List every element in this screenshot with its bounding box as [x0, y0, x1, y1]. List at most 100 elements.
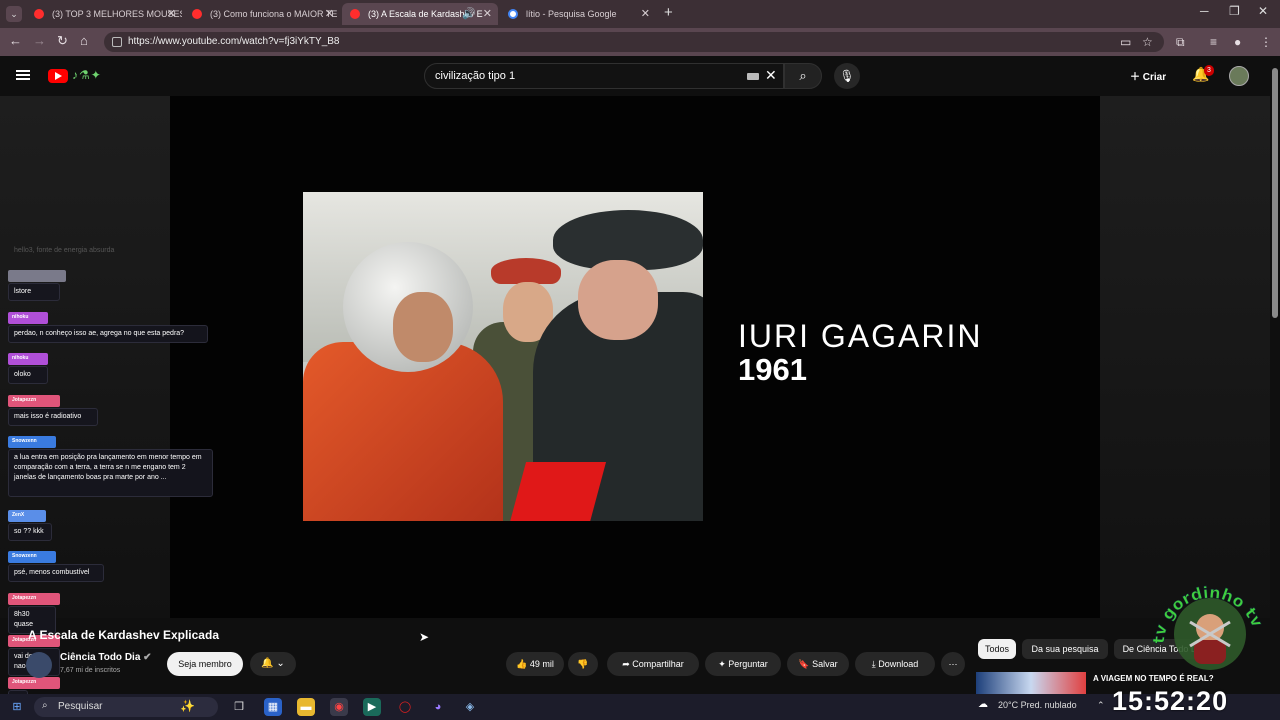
discord-icon[interactable]: ◕ [429, 698, 447, 716]
site-info-icon[interactable] [112, 37, 122, 47]
photo-cosmonaut-face [393, 292, 453, 362]
extensions-icon[interactable]: ⧉ [1176, 35, 1185, 50]
menu-icon[interactable] [16, 70, 30, 80]
search-icon: ⌕ [42, 700, 48, 711]
taskbar-search-placeholder: Pesquisar [58, 701, 103, 712]
plus-icon: ＋ [1130, 72, 1143, 83]
youtube-doodle[interactable]: ♪⚗✦ [72, 68, 102, 82]
video-overlay-year: 1961 [738, 352, 807, 387]
download-button[interactable]: ⤓ Download [855, 652, 935, 676]
back-icon[interactable]: ← [9, 33, 22, 48]
share-label: Compartilhar [632, 659, 684, 669]
search-icon: ⌕ [799, 68, 807, 83]
photo-man-face [578, 260, 658, 340]
opera-icon[interactable]: ◯ [396, 698, 414, 716]
save-button[interactable]: 🔖 Salvar [787, 652, 849, 676]
browser-tab[interactable]: lítio - Pesquisa Google ✕ [500, 3, 656, 25]
page-scrollbar[interactable] [1270, 56, 1280, 694]
chat-username: Snowzenn [8, 436, 56, 448]
reload-icon[interactable]: ↻ [57, 33, 68, 49]
weather-text[interactable]: 20°C Pred. nublado [998, 700, 1077, 710]
menu-dots-icon[interactable]: ⋮ [1260, 35, 1272, 49]
speaker-icon[interactable]: 🔊 [462, 3, 476, 25]
cast-icon[interactable]: ▭ [1120, 35, 1131, 49]
microphone-icon: 🎙 [839, 69, 855, 83]
new-tab-icon[interactable]: + [664, 4, 673, 21]
dislike-button[interactable]: 👎 [568, 652, 598, 676]
download-label: Download [878, 659, 919, 669]
close-tab-icon[interactable]: ✕ [325, 3, 334, 25]
tab-title: (3) Como funciona o MAIOR TE [210, 9, 338, 19]
chat-username: ZenX [8, 510, 46, 522]
file-explorer-icon[interactable]: ▬ [297, 698, 315, 716]
browser-toolbar: ← → ↻ ⌂ https://www.youtube.com/watch?v=… [0, 28, 1280, 56]
tray-chevron-icon[interactable]: ⌃ [1097, 700, 1105, 711]
chat-username: Jotapezzn [8, 395, 60, 407]
home-icon[interactable]: ⌂ [80, 33, 88, 48]
restore-icon[interactable]: ❐ [1229, 4, 1240, 18]
mouse-cursor-icon: ➤ [419, 630, 430, 644]
browser-tab-active[interactable]: (3) A Escala de Kardashev E 🔊 ✕ [342, 3, 498, 25]
account-avatar[interactable] [1229, 66, 1249, 86]
close-tab-icon[interactable]: ✕ [167, 3, 176, 25]
media-icon[interactable]: ≡ [1210, 35, 1217, 49]
scrollbar-thumb[interactable] [1272, 68, 1278, 318]
recommended-video-thumbnail[interactable] [976, 672, 1086, 694]
store-icon[interactable]: ▦ [264, 698, 282, 716]
bell-icon: 🔔 [261, 658, 274, 669]
steam-icon[interactable]: ◈ [461, 698, 479, 716]
close-window-icon[interactable]: ✕ [1258, 4, 1268, 18]
channel-avatar[interactable] [26, 652, 52, 678]
minimize-icon[interactable]: ─ [1200, 4, 1209, 18]
notification-count: 3 [1204, 65, 1214, 76]
channel-name[interactable]: Ciência Todo Dia ✔ [60, 652, 152, 663]
chat-username: nihoku [8, 353, 48, 365]
search-button[interactable]: ⌕ [784, 63, 822, 89]
search-value: civilização tipo 1 [435, 70, 516, 82]
more-actions-button[interactable]: ⋯ [941, 652, 965, 676]
tab-title: (3) TOP 3 MELHORES MOUSES [52, 9, 182, 19]
chat-username: nihoku [8, 312, 48, 324]
close-tab-icon[interactable]: ✕ [483, 3, 492, 25]
chip-da-sua-pesquisa[interactable]: Da sua pesquisa [1022, 639, 1108, 659]
ask-label: Perguntar [728, 659, 768, 669]
close-tab-icon[interactable]: ✕ [641, 3, 650, 25]
keyboard-icon[interactable] [747, 73, 759, 80]
app-icon[interactable]: ▶ [363, 698, 381, 716]
google-icon [508, 9, 518, 19]
ask-button[interactable]: ✦ Perguntar [705, 652, 781, 676]
windows-start-icon[interactable]: ⊞ [8, 698, 26, 716]
tab-search-button[interactable]: ⌄ [6, 6, 22, 22]
browser-tab[interactable]: (3) TOP 3 MELHORES MOUSES ✕ [26, 3, 182, 25]
like-button[interactable]: 👍 49 mil [506, 652, 564, 676]
chat-message: so ?? kkk [8, 523, 52, 541]
chevron-down-icon: ⌄ [276, 658, 285, 669]
youtube-icon [350, 9, 360, 19]
voice-search-button[interactable]: 🎙 [834, 63, 860, 89]
forward-icon[interactable]: → [33, 33, 46, 48]
subscription-bell-button[interactable]: 🔔 ⌄ [250, 652, 296, 676]
join-member-button[interactable]: Seja membro [167, 652, 243, 676]
create-button[interactable]: ＋ Criar [1130, 68, 1166, 83]
video-frame-photo [303, 192, 703, 521]
task-view-icon[interactable]: ❒ [230, 698, 248, 716]
taskbar-search[interactable]: ⌕ Pesquisar ✨ [34, 697, 218, 717]
video-title: A Escala de Kardashev Explicada [28, 628, 219, 642]
chrome-icon[interactable]: ◉ [330, 698, 348, 716]
search-input[interactable]: civilização tipo 1 ✕ [424, 63, 784, 89]
browser-tab[interactable]: (3) Como funciona o MAIOR TE ✕ [184, 3, 340, 25]
bookmark-icon: 🔖 [798, 659, 813, 669]
share-button[interactable]: ➦ Compartilhar [607, 652, 699, 676]
verified-icon: ✔ [143, 652, 152, 663]
tab-strip: ⌄ (3) TOP 3 MELHORES MOUSES ✕ (3) Como f… [0, 0, 1280, 28]
chip-todos[interactable]: Todos [978, 639, 1016, 659]
address-bar[interactable]: https://www.youtube.com/watch?v=fj3iYkTY… [104, 32, 1164, 52]
clear-search-icon[interactable]: ✕ [765, 67, 777, 84]
page-background-right [1100, 96, 1270, 618]
youtube-header: ♪⚗✦ civilização tipo 1 ✕ ⌕ 🎙 ＋ Criar 🔔 3 [0, 56, 1270, 96]
profile-icon[interactable]: ● [1234, 35, 1241, 49]
subscriber-count: 7,67 mi de inscritos [60, 667, 121, 674]
youtube-logo-icon[interactable] [48, 69, 68, 83]
bookmark-star-icon[interactable]: ☆ [1142, 35, 1153, 49]
chat-username: Jotapezzn [8, 677, 60, 689]
